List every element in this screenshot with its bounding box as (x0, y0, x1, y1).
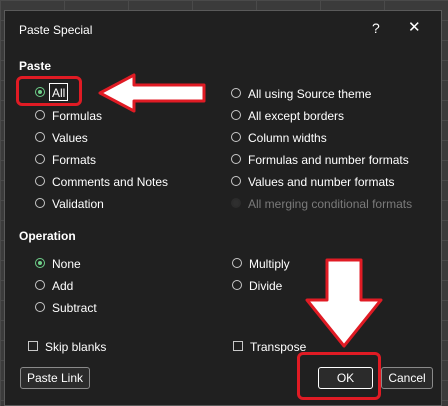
cancel-button[interactable]: Cancel (381, 367, 433, 389)
paste-option-label: Values and number formats (248, 175, 395, 189)
radio-icon (231, 154, 241, 164)
checkbox-icon (233, 341, 243, 351)
annotation-arrow-down-icon (305, 258, 383, 348)
paste-option-label: All except borders (248, 109, 345, 123)
paste-section-heading: Paste (19, 59, 52, 73)
paste-option-label: Values (52, 131, 88, 145)
operation-option-label: Divide (249, 279, 283, 293)
paste-option-label: All merging conditional formats (248, 197, 413, 211)
dialog-title: Paste Special (19, 23, 93, 37)
annotation-arrow-left-icon (98, 73, 206, 113)
radio-icon (231, 110, 241, 120)
paste-link-button[interactable]: Paste Link (20, 367, 90, 389)
operation-option-label: Multiply (249, 257, 290, 271)
checkbox-label: Skip blanks (45, 340, 107, 354)
radio-icon (231, 176, 241, 186)
radio-icon (232, 280, 242, 290)
paste-option-label: Formulas and number formats (248, 153, 409, 167)
radio-icon (231, 88, 241, 98)
radio-icon (231, 132, 241, 142)
radio-icon (35, 198, 45, 208)
paste-option-label: All using Source theme (248, 87, 372, 101)
annotation-highlight-ok (297, 352, 381, 400)
close-button[interactable]: ✕ (408, 20, 421, 36)
radio-icon (232, 258, 242, 268)
paste-option-label: Formulas (52, 109, 103, 123)
checkbox-label: Transpose (250, 340, 307, 354)
radio-icon (35, 132, 45, 142)
help-button[interactable]: ? (372, 20, 380, 36)
operation-section-heading: Operation (19, 229, 76, 243)
operation-option-label: Add (52, 279, 74, 293)
radio-icon (35, 154, 45, 164)
paste-option-label: Column widths (248, 131, 327, 145)
radio-icon (35, 302, 45, 312)
radio-icon (35, 280, 45, 290)
operation-option-label: Subtract (52, 301, 97, 315)
operation-option-label: None (52, 257, 81, 271)
paste-option-label: Formats (52, 153, 97, 167)
radio-selected-icon (35, 258, 45, 268)
checkbox-icon (28, 341, 38, 351)
radio-icon (35, 176, 45, 186)
radio-disabled-icon (231, 198, 241, 208)
paste-option-label: Validation (52, 197, 104, 211)
paste-option-label: Comments and Notes (52, 175, 169, 189)
annotation-highlight-all (16, 76, 82, 106)
radio-icon (35, 110, 45, 120)
